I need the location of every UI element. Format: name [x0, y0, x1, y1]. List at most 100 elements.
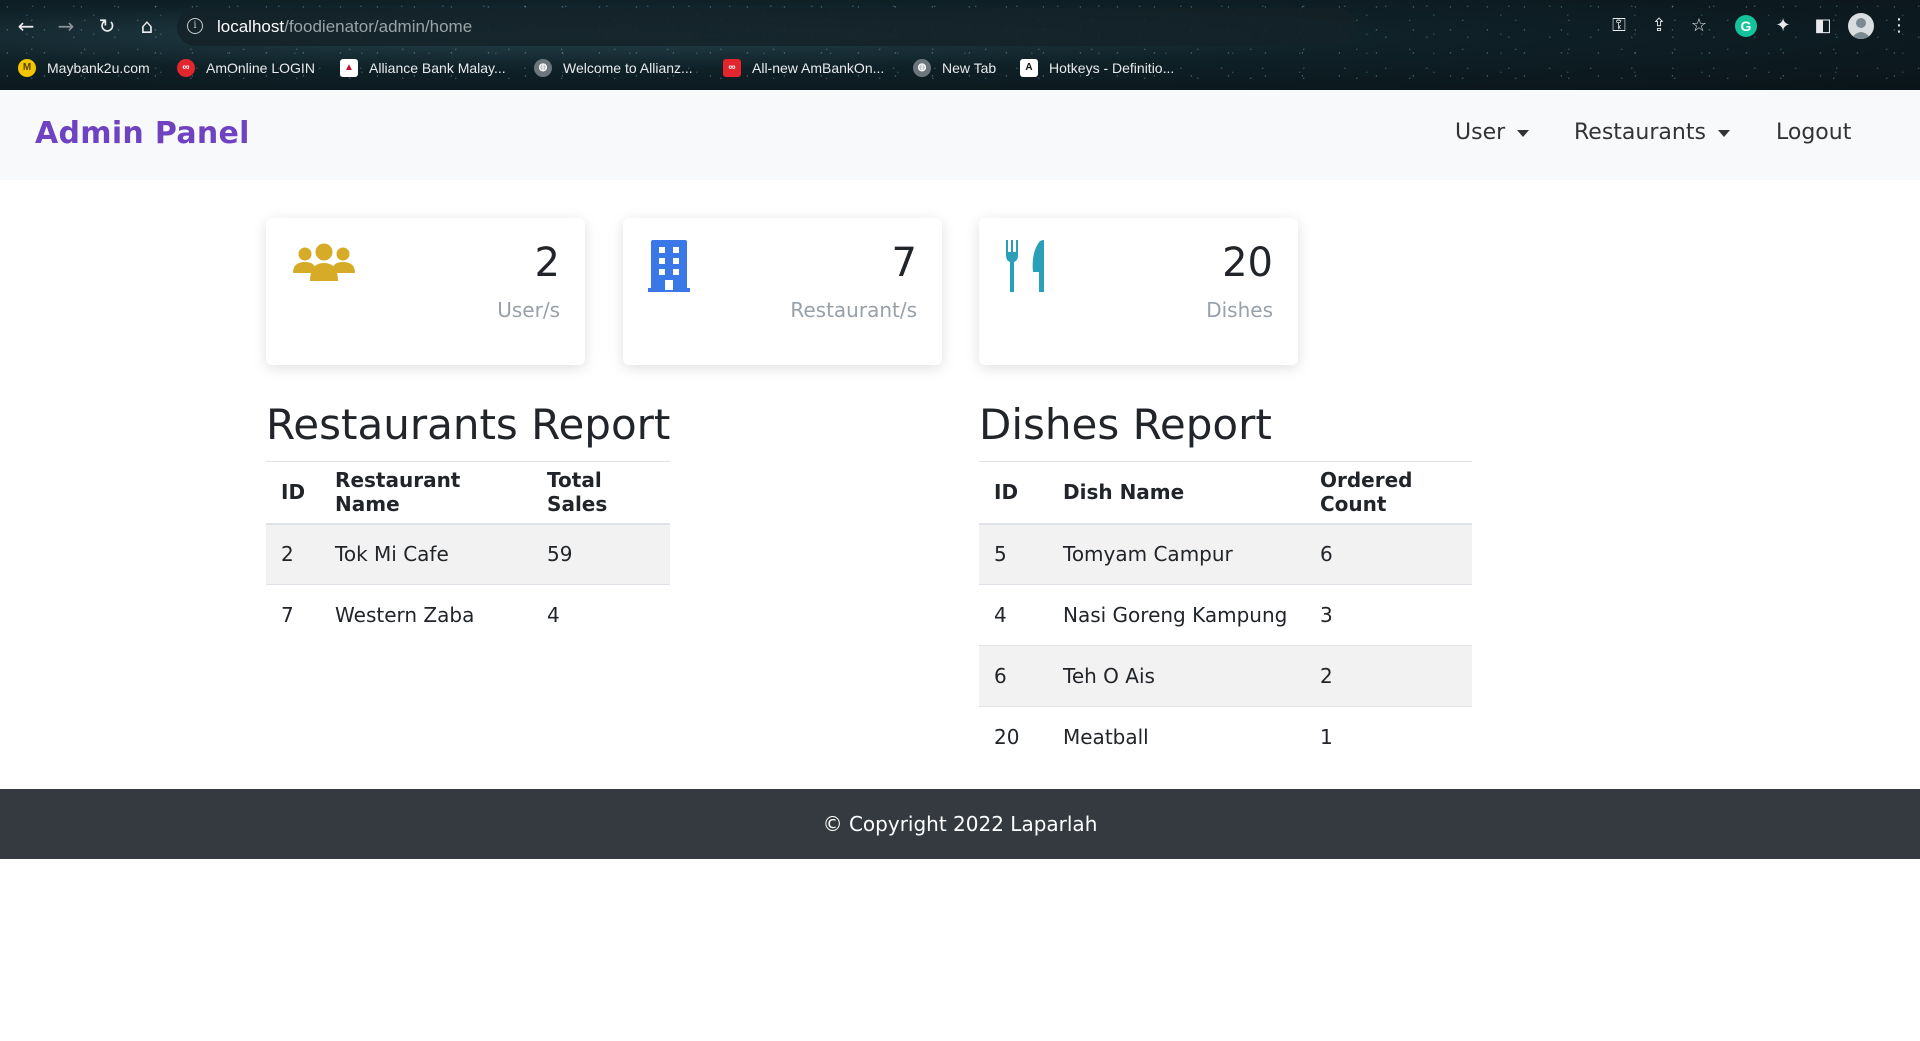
column-header-ordered-count: Ordered Count [1305, 461, 1472, 525]
cell-total-sales: 4 [547, 603, 560, 628]
page-footer: © Copyright 2022 Laparlah [0, 789, 1920, 859]
nav-user-dropdown[interactable]: User [1455, 120, 1530, 145]
column-header-id: ID [266, 461, 321, 525]
browser-actions: ⚿ ⇪ ☆ G ✦ ◧ ⋮ [1606, 12, 1908, 40]
column-header-total-sales: Total Sales [532, 461, 670, 525]
stat-card-users: 2 User/s [266, 218, 585, 365]
globe-icon: ◍ [913, 59, 931, 77]
cell-id: 7 [281, 603, 294, 628]
table-row: 4 Nasi Goreng Kampung 3 [979, 584, 1472, 646]
table-header-row: ID Restaurant Name Total Sales [266, 461, 670, 525]
bookmark-label: Maybank2u.com [47, 60, 150, 76]
reload-icon[interactable]: ↻ [93, 12, 121, 40]
bookmark-label: Hotkeys - Definitio... [1049, 60, 1175, 76]
cell-id: 2 [266, 523, 321, 585]
copyright-text: © Copyright 2022 Laparlah [822, 812, 1098, 836]
bookmark-label: New Tab [942, 60, 997, 76]
bookmark-label: Welcome to Allianz... [563, 60, 693, 76]
cell-dish-name: Nasi Goreng Kampung [1048, 584, 1305, 646]
key-icon[interactable]: ⚿ [1606, 12, 1632, 40]
bookmark-hotkeys[interactable]: A Hotkeys - Definitio... [1020, 56, 1174, 80]
bookmark-alliance-bank[interactable]: ▲ Alliance Bank Malay... [340, 56, 506, 80]
cell-ordered-count: 6 [1305, 523, 1472, 585]
browser-toolbar: ← → ↻ ⌂ i localhost/foodienator/admin/ho… [0, 6, 1920, 46]
cell-ordered-count: 1 [1320, 725, 1333, 750]
url-text[interactable]: localhost/foodienator/admin/home [217, 17, 472, 37]
bookmark-new-tab[interactable]: ◍ New Tab [913, 56, 996, 80]
share-icon[interactable]: ⇪ [1646, 12, 1672, 40]
utensils-icon [1004, 240, 1046, 296]
side-panel-icon[interactable]: ◧ [1810, 12, 1836, 40]
forward-icon[interactable]: → [52, 12, 80, 40]
stat-value: 7 [891, 240, 917, 286]
cell-restaurant-name: Tok Mi Cafe [320, 523, 533, 585]
url-host: localhost [217, 17, 285, 36]
table-row: 2 Tok Mi Cafe 59 [266, 523, 670, 585]
table-row: 5 Tomyam Campur 6 [979, 523, 1472, 585]
bookmark-maybank[interactable]: M Maybank2u.com [18, 56, 150, 80]
home-icon[interactable]: ⌂ [133, 12, 161, 40]
bookmark-star-icon[interactable]: ☆ [1686, 12, 1712, 40]
avatar-image [1851, 18, 1871, 39]
bookmark-allianz[interactable]: ◍ Welcome to Allianz... [534, 56, 693, 80]
cell-restaurant-name: Western Zaba [335, 603, 475, 628]
cell-id: 4 [979, 584, 1048, 646]
stat-value: 2 [534, 240, 560, 286]
caret-down-icon [1517, 130, 1530, 137]
column-header-dish-name: Dish Name [1048, 461, 1305, 525]
restaurants-report-table: ID Restaurant Name Total Sales 2 Tok Mi … [266, 461, 670, 646]
table-row: 6 Teh O Ais 2 [979, 645, 1472, 707]
stat-label: User/s [497, 298, 560, 322]
brand-title[interactable]: Admin Panel [35, 116, 250, 151]
caret-down-icon [1717, 130, 1730, 137]
globe-icon: ◍ [534, 59, 552, 77]
table-header-row: ID Dish Name Ordered Count [979, 461, 1472, 525]
bookmark-ambankon[interactable]: ∞ All-new AmBankOn... [723, 56, 884, 80]
cell-dish-name: Tomyam Campur [1048, 523, 1305, 585]
maybank-icon: M [18, 59, 36, 77]
back-icon[interactable]: ← [12, 12, 40, 40]
table-row: 20 Meatball 1 [979, 707, 1472, 768]
profile-avatar[interactable] [1848, 13, 1874, 39]
a-icon: A [1020, 59, 1038, 77]
nav-restaurants-dropdown[interactable]: Restaurants [1574, 120, 1730, 145]
stat-label: Dishes [1206, 298, 1273, 322]
bookmark-label: All-new AmBankOn... [752, 60, 885, 76]
column-header-id: ID [979, 461, 1048, 525]
table-row: 7 Western Zaba 4 [266, 585, 670, 646]
nav-restaurants-label: Restaurants [1574, 120, 1706, 145]
building-icon [648, 240, 690, 296]
users-icon [291, 243, 357, 287]
cell-ordered-count: 3 [1305, 584, 1472, 646]
bookmarks-bar: M Maybank2u.com ∞ AmOnline LOGIN ▲ Allia… [0, 52, 1920, 82]
stat-value: 20 [1222, 240, 1273, 286]
nav-logout-link[interactable]: Logout [1776, 120, 1851, 145]
bookmark-label: AmOnline LOGIN [206, 60, 315, 76]
cell-id: 6 [979, 645, 1048, 707]
cell-dish-name: Teh O Ais [1048, 645, 1305, 707]
browser-chrome: ← → ↻ ⌂ i localhost/foodienator/admin/ho… [0, 0, 1920, 90]
stat-card-dishes: 20 Dishes [979, 218, 1298, 365]
nav-user-label: User [1455, 120, 1506, 145]
admin-navbar: Admin Panel User Restaurants Logout [0, 90, 1920, 180]
cell-total-sales: 59 [532, 523, 670, 585]
stat-label: Restaurant/s [790, 298, 917, 322]
stat-card-restaurants: 7 Restaurant/s [623, 218, 942, 365]
bookmark-amonline[interactable]: ∞ AmOnline LOGIN [177, 56, 315, 80]
dishes-report-title: Dishes Report [979, 400, 1272, 449]
grammarly-icon[interactable]: G [1735, 15, 1757, 37]
ambank-icon: ∞ [723, 59, 741, 77]
nav-logout-label: Logout [1776, 120, 1852, 145]
dishes-report-table: ID Dish Name Ordered Count 5 Tomyam Camp… [979, 461, 1472, 768]
url-path: /foodienator/admin/home [284, 17, 473, 36]
alliance-bank-icon: ▲ [340, 59, 358, 77]
extensions-icon[interactable]: ✦ [1770, 12, 1796, 40]
menu-dots-icon[interactable]: ⋮ [1886, 12, 1912, 40]
site-info-icon[interactable]: i [187, 18, 203, 34]
cell-id: 20 [994, 725, 1020, 750]
restaurants-report-title: Restaurants Report [266, 400, 671, 449]
column-header-restaurant-name: Restaurant Name [320, 461, 533, 525]
address-bar[interactable]: i localhost/foodienator/admin/home [177, 8, 1357, 46]
ambank-icon: ∞ [177, 59, 195, 77]
cell-ordered-count: 2 [1305, 645, 1472, 707]
